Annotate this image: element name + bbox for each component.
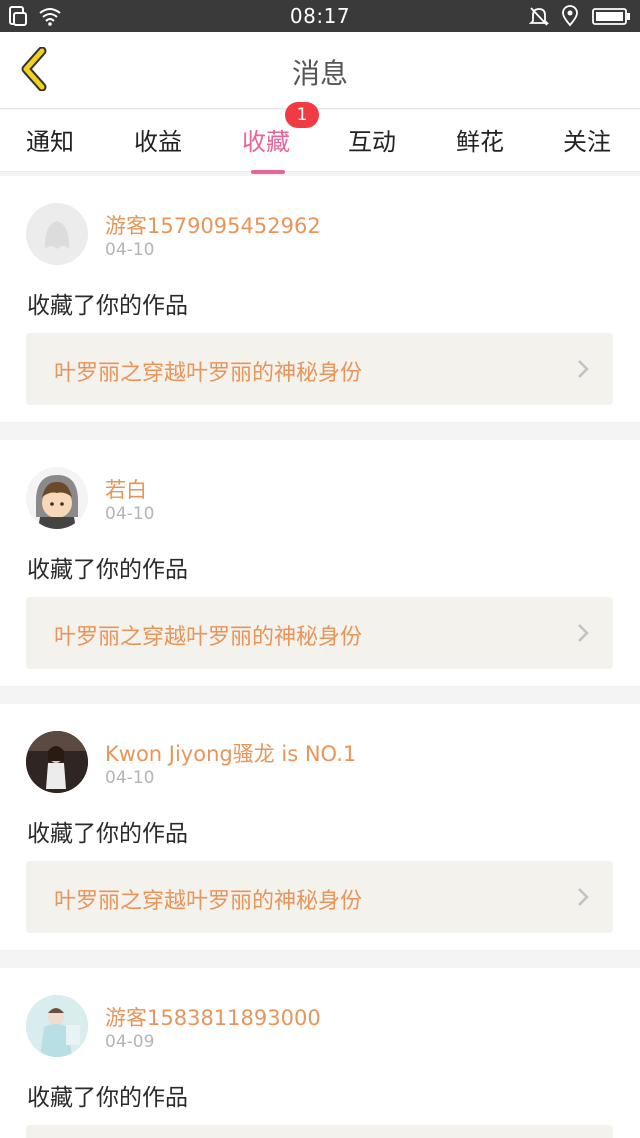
list-item[interactable]: 游客1579095452962 04-10 收藏了你的作品 叶罗丽之穿越叶罗丽的… [0, 176, 640, 422]
avatar[interactable] [26, 467, 88, 529]
work-link[interactable] [26, 1125, 613, 1138]
action-text: 收藏了你的作品 [27, 821, 188, 847]
date: 04-09 [105, 1032, 155, 1052]
work-title: 叶罗丽之穿越叶罗丽的神秘身份 [54, 889, 363, 914]
favorites-badge: 1 [285, 102, 319, 128]
action-text: 收藏了你的作品 [27, 293, 188, 319]
tab-interactions[interactable]: 互动 [348, 122, 396, 157]
work-link[interactable]: 叶罗丽之穿越叶罗丽的神秘身份 [26, 597, 613, 669]
action-text: 收藏了你的作品 [27, 1085, 188, 1111]
app-header: 消息 [0, 32, 640, 109]
bell-muted-icon [528, 5, 550, 27]
list-item[interactable]: Kwon Jiyong骚龙 is NO.1 04-10 收藏了你的作品 叶罗丽之… [0, 704, 640, 950]
battery-icon [592, 5, 632, 27]
work-link[interactable]: 叶罗丽之穿越叶罗丽的神秘身份 [26, 861, 613, 933]
work-title: 叶罗丽之穿越叶罗丽的神秘身份 [54, 625, 363, 650]
username[interactable]: Kwon Jiyong骚龙 is NO.1 [105, 738, 356, 768]
tab-earnings[interactable]: 收益 [134, 122, 182, 157]
status-right-icons [528, 5, 632, 27]
username[interactable]: 游客1583811893000 [105, 1002, 321, 1032]
work-link[interactable]: 叶罗丽之穿越叶罗丽的神秘身份 [26, 333, 613, 405]
date: 04-10 [105, 768, 155, 788]
chevron-right-icon [577, 359, 589, 383]
location-icon [560, 5, 582, 27]
work-title: 叶罗丽之穿越叶罗丽的神秘身份 [54, 361, 363, 386]
date: 04-10 [105, 240, 155, 260]
tab-following[interactable]: 关注 [563, 122, 611, 157]
avatar[interactable] [26, 731, 88, 793]
chevron-right-icon [577, 887, 589, 911]
active-tab-indicator [251, 170, 285, 174]
list-item[interactable]: 游客1583811893000 04-09 收藏了你的作品 [0, 968, 640, 1138]
tab-notifications[interactable]: 通知 [26, 122, 74, 157]
tab-favorites[interactable]: 收藏 [242, 122, 290, 174]
status-bar: 08:17 [0, 0, 640, 32]
date: 04-10 [105, 504, 155, 524]
avatar[interactable] [26, 203, 88, 265]
list-item[interactable]: 若白 04-10 收藏了你的作品 叶罗丽之穿越叶罗丽的神秘身份 [0, 440, 640, 686]
tab-flowers[interactable]: 鲜花 [456, 122, 504, 157]
page-title: 消息 [291, 57, 348, 90]
action-text: 收藏了你的作品 [27, 557, 188, 583]
tab-bar: 通知 收益 收藏 互动 鲜花 关注 [0, 110, 640, 174]
username[interactable]: 若白 [105, 474, 147, 504]
tab-favorites-label: 收藏 [242, 128, 290, 156]
username[interactable]: 游客1579095452962 [105, 210, 321, 240]
avatar[interactable] [26, 995, 88, 1057]
chevron-right-icon [577, 623, 589, 647]
